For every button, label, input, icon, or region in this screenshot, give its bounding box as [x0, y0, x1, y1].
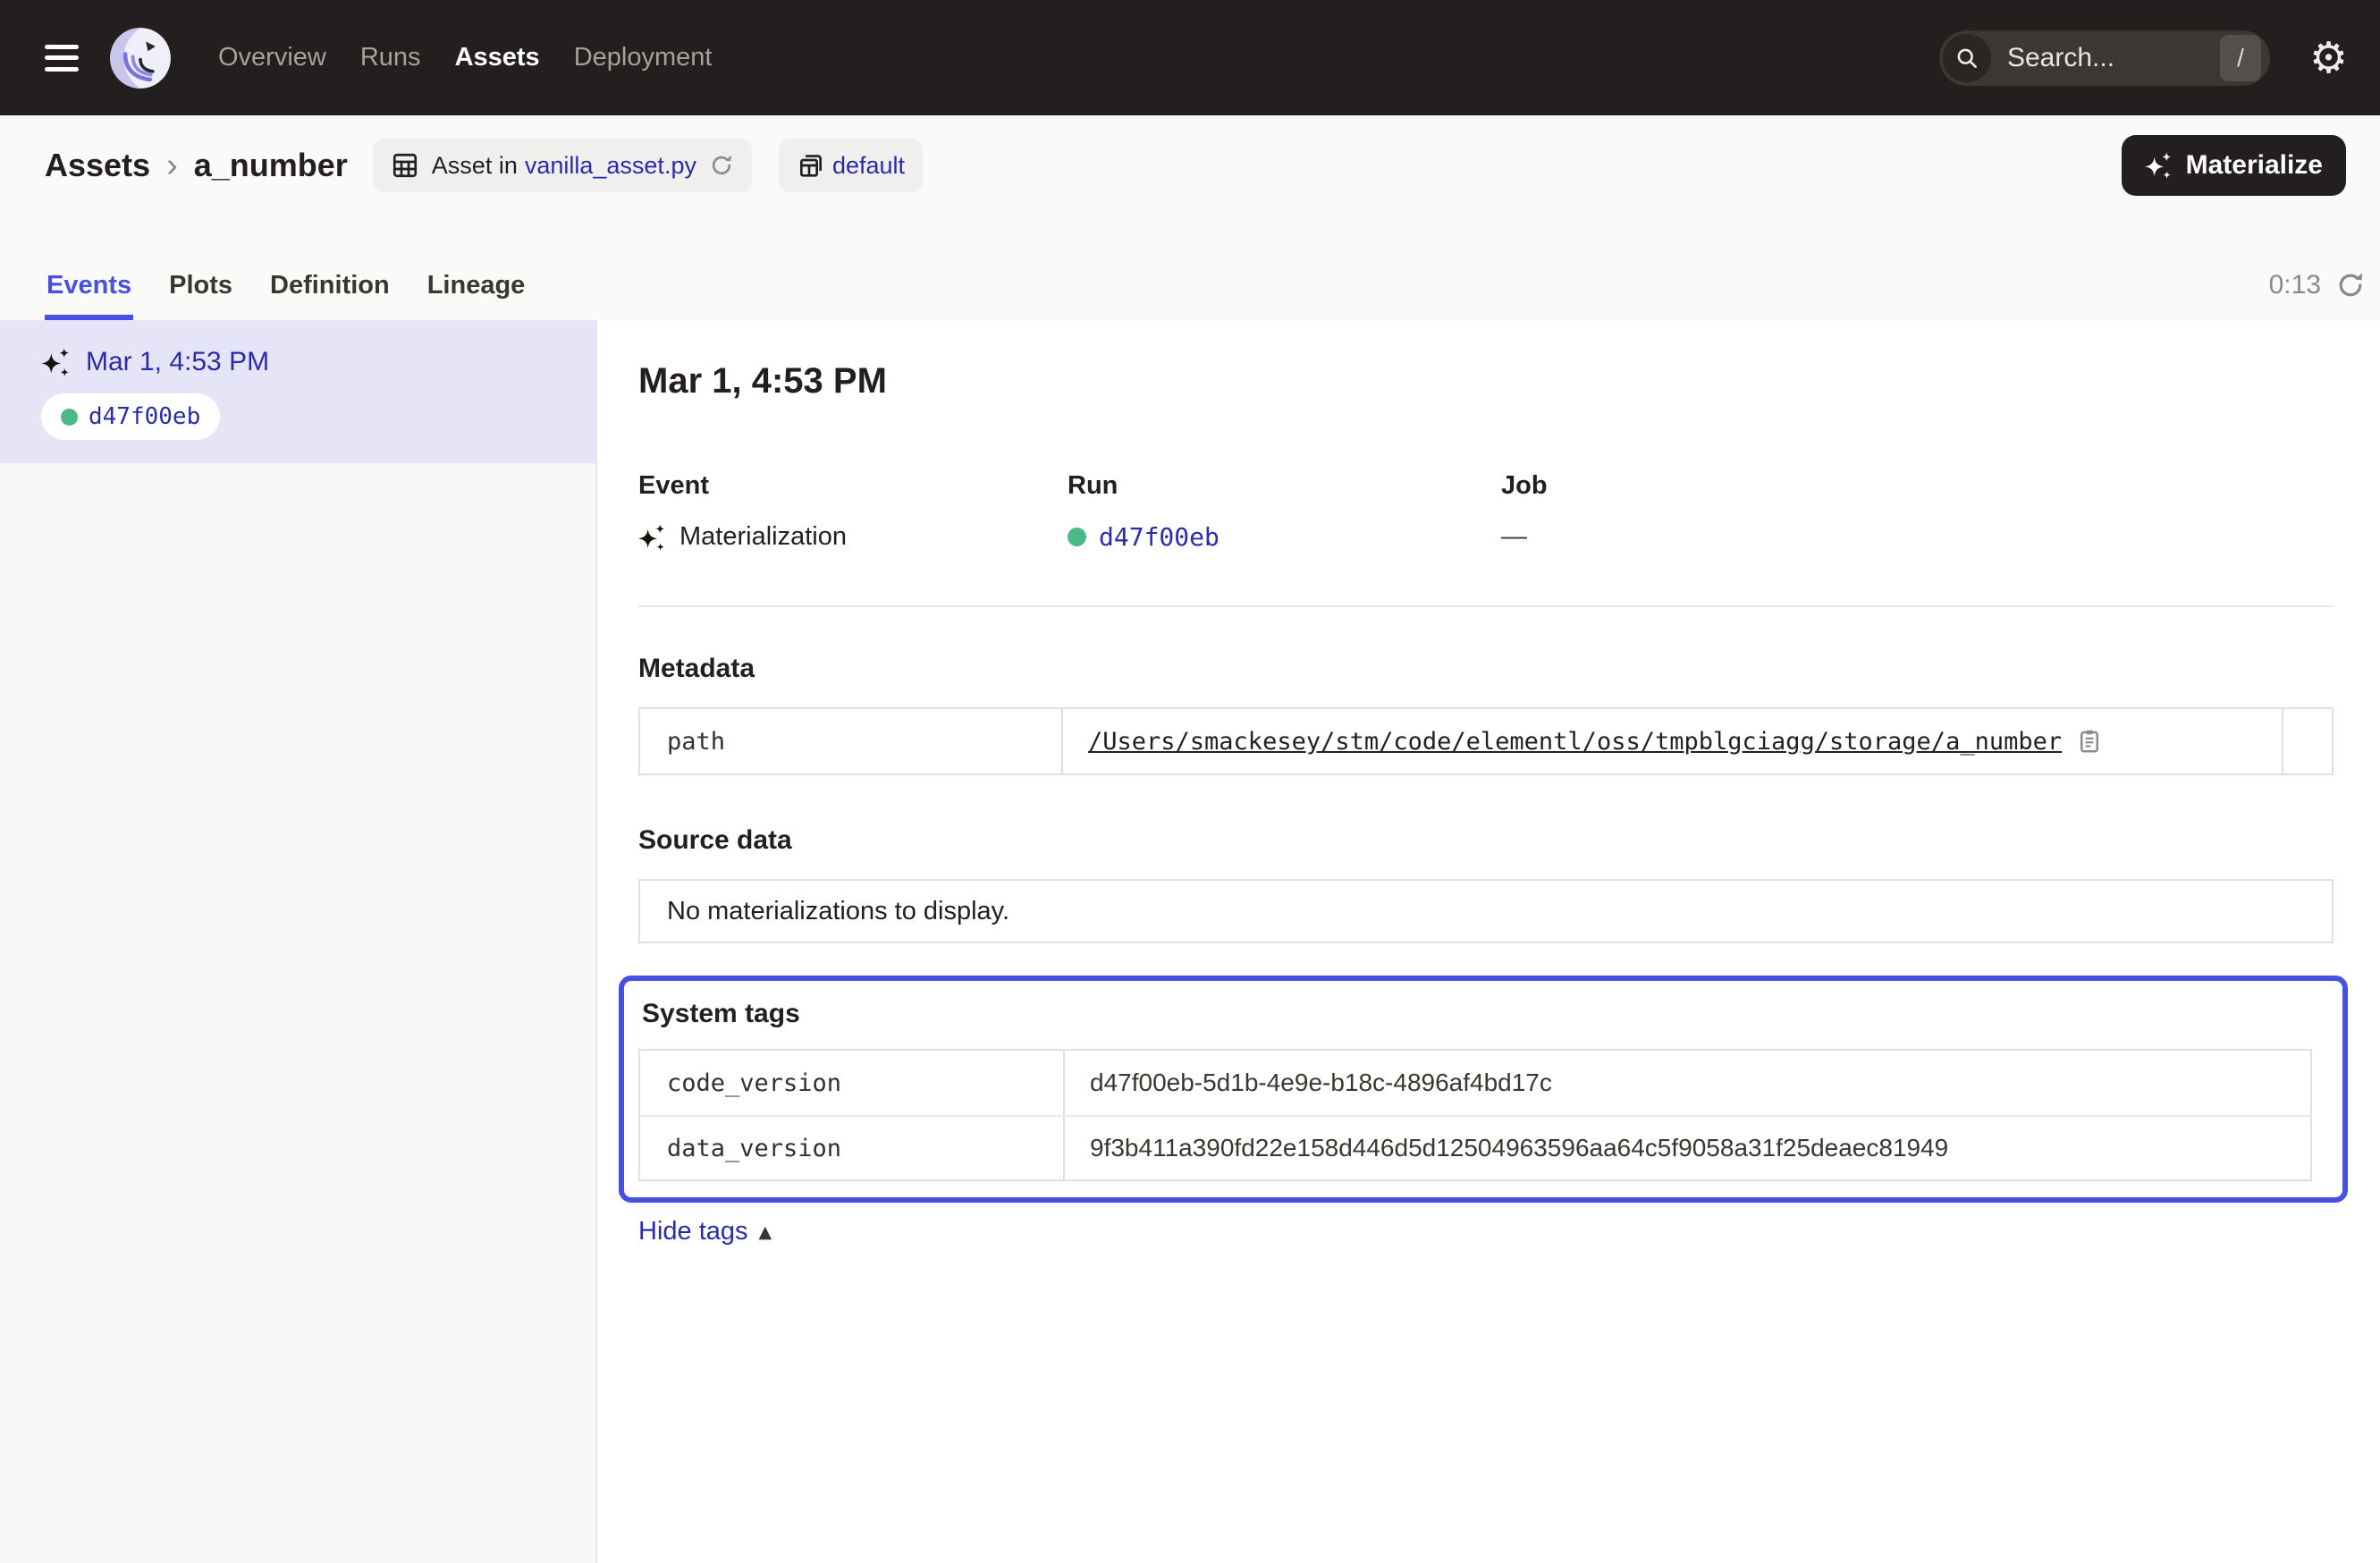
gear-icon[interactable]: ⚙ — [2309, 37, 2348, 80]
table-row: path /Users/smackesey/stm/code/elementl/… — [640, 709, 2332, 773]
materialize-button[interactable]: Materialize — [2122, 135, 2346, 196]
tab-plots[interactable]: Plots — [167, 271, 234, 320]
refresh-status: 0:13 — [2269, 270, 2366, 300]
table-row: data_version 9f3b411a390fd22e158d446d5d1… — [640, 1115, 2310, 1179]
metadata-path-link[interactable]: /Users/smackesey/stm/code/elementl/oss/t… — [1088, 728, 2062, 756]
menu-icon[interactable] — [45, 45, 79, 72]
nav-runs[interactable]: Runs — [360, 43, 421, 72]
search-icon — [1943, 34, 1991, 82]
event-summary-columns: Event Materialization Run d47f00eb Job — [638, 471, 2334, 552]
run-id-link[interactable]: d47f00eb — [1099, 522, 1220, 552]
job-column-label: Job — [1501, 471, 1548, 501]
page-header: Assets › a_number Asset in vanilla_asset… — [0, 115, 2380, 320]
hide-tags-link[interactable]: Hide tags ▲ — [638, 1217, 772, 1246]
asset-origin-prefix: Asset in — [432, 152, 518, 180]
materialization-sparkle-icon — [41, 347, 72, 377]
search-shortcut-key: / — [2220, 35, 2261, 81]
event-detail-title: Mar 1, 4:53 PM — [638, 361, 2334, 401]
tab-definition[interactable]: Definition — [268, 271, 392, 320]
run-column-label: Run — [1068, 471, 1501, 501]
event-column-label: Event — [638, 471, 1068, 501]
metadata-row-end-cell — [2282, 709, 2332, 773]
breadcrumb-separator: › — [166, 147, 178, 185]
run-success-dot — [1068, 528, 1086, 546]
metadata-table: path /Users/smackesey/stm/code/elementl/… — [638, 707, 2334, 775]
nav-assets[interactable]: Assets — [455, 43, 540, 72]
run-column: Run d47f00eb — [1068, 471, 1501, 552]
content-area: Mar 1, 4:53 PM d47f00eb Mar 1, 4:53 PM E… — [0, 320, 2380, 1563]
asset-group-icon — [797, 151, 825, 180]
system-tag-key: code_version — [640, 1051, 1063, 1115]
table-grid-icon — [391, 151, 419, 180]
system-tags-highlight-box: System tags code_version d47f00eb-5d1b-4… — [619, 976, 2348, 1203]
copy-to-clipboard-icon[interactable] — [2076, 728, 2103, 755]
source-data-heading: Source data — [638, 825, 2334, 856]
section-divider — [638, 605, 2334, 607]
event-timestamp: Mar 1, 4:53 PM — [86, 347, 269, 377]
system-tag-key: data_version — [640, 1117, 1063, 1179]
primary-nav: Overview Runs Assets Deployment — [218, 43, 712, 72]
hide-tags-label: Hide tags — [638, 1217, 748, 1246]
dagster-logo-icon[interactable] — [107, 25, 173, 91]
run-id-text: d47f00eb — [89, 403, 200, 430]
system-tags-heading: System tags — [642, 999, 2312, 1029]
event-detail-panel: Mar 1, 4:53 PM Event Materialization Run… — [597, 320, 2380, 1563]
nav-deployment[interactable]: Deployment — [574, 43, 713, 72]
job-column: Job — — [1501, 471, 1548, 552]
source-data-empty-state: No materializations to display. — [638, 879, 2334, 943]
asset-origin-badge[interactable]: Asset in vanilla_asset.py — [373, 139, 752, 192]
asset-tabs: Events Plots Definition Lineage — [45, 271, 527, 320]
event-column: Event Materialization — [638, 471, 1068, 552]
table-row: code_version d47f00eb-5d1b-4e9e-b18c-489… — [640, 1051, 2310, 1115]
asset-group-link[interactable]: default — [832, 152, 905, 180]
event-type-value: Materialization — [679, 522, 847, 552]
run-success-dot — [61, 409, 78, 426]
reload-definition-icon[interactable] — [709, 153, 734, 178]
refresh-icon[interactable] — [2335, 270, 2366, 300]
events-sidebar: Mar 1, 4:53 PM d47f00eb — [0, 320, 597, 1563]
sidebar-event-item[interactable]: Mar 1, 4:53 PM d47f00eb — [0, 320, 595, 463]
breadcrumb: Assets › a_number Asset in vanilla_asset… — [45, 135, 2346, 196]
system-tags-table: code_version d47f00eb-5d1b-4e9e-b18c-489… — [638, 1049, 2312, 1181]
asset-group-badge[interactable]: default — [779, 139, 923, 192]
top-nav-bar: Overview Runs Assets Deployment Search..… — [0, 0, 2380, 115]
asset-origin-file-link[interactable]: vanilla_asset.py — [525, 152, 696, 180]
search-input[interactable]: Search... / — [1939, 30, 2270, 86]
job-empty-value: — — [1501, 522, 1527, 552]
nav-overview[interactable]: Overview — [218, 43, 326, 72]
code-version-value: d47f00eb-5d1b-4e9e-b18c-4896af4bd17c — [1090, 1069, 1552, 1097]
tab-events[interactable]: Events — [45, 271, 133, 320]
data-version-value: 9f3b411a390fd22e158d446d5d12504963596aa6… — [1090, 1134, 1948, 1162]
materialize-button-label: Materialize — [2186, 150, 2323, 181]
run-id-pill[interactable]: d47f00eb — [41, 393, 220, 440]
metadata-key: path — [640, 709, 1061, 773]
search-placeholder: Search... — [2007, 43, 2220, 73]
dagster-app: Overview Runs Assets Deployment Search..… — [0, 0, 2380, 1563]
tab-lineage[interactable]: Lineage — [426, 271, 527, 320]
metadata-heading: Metadata — [638, 654, 2334, 684]
sparkle-icon — [2145, 151, 2173, 180]
breadcrumb-assets-link[interactable]: Assets — [45, 147, 150, 184]
collapse-caret-icon: ▲ — [759, 1222, 772, 1242]
refresh-countdown: 0:13 — [2269, 270, 2321, 300]
page-title-asset-name: a_number — [194, 147, 348, 184]
materialization-sparkle-icon — [638, 523, 667, 552]
